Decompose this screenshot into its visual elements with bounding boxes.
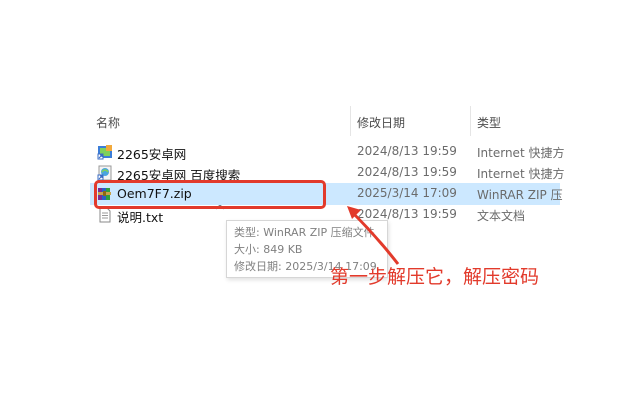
annotation-arrow-icon <box>347 206 400 265</box>
annotation-text: 第一步解压它，解压密码 <box>330 266 540 288</box>
